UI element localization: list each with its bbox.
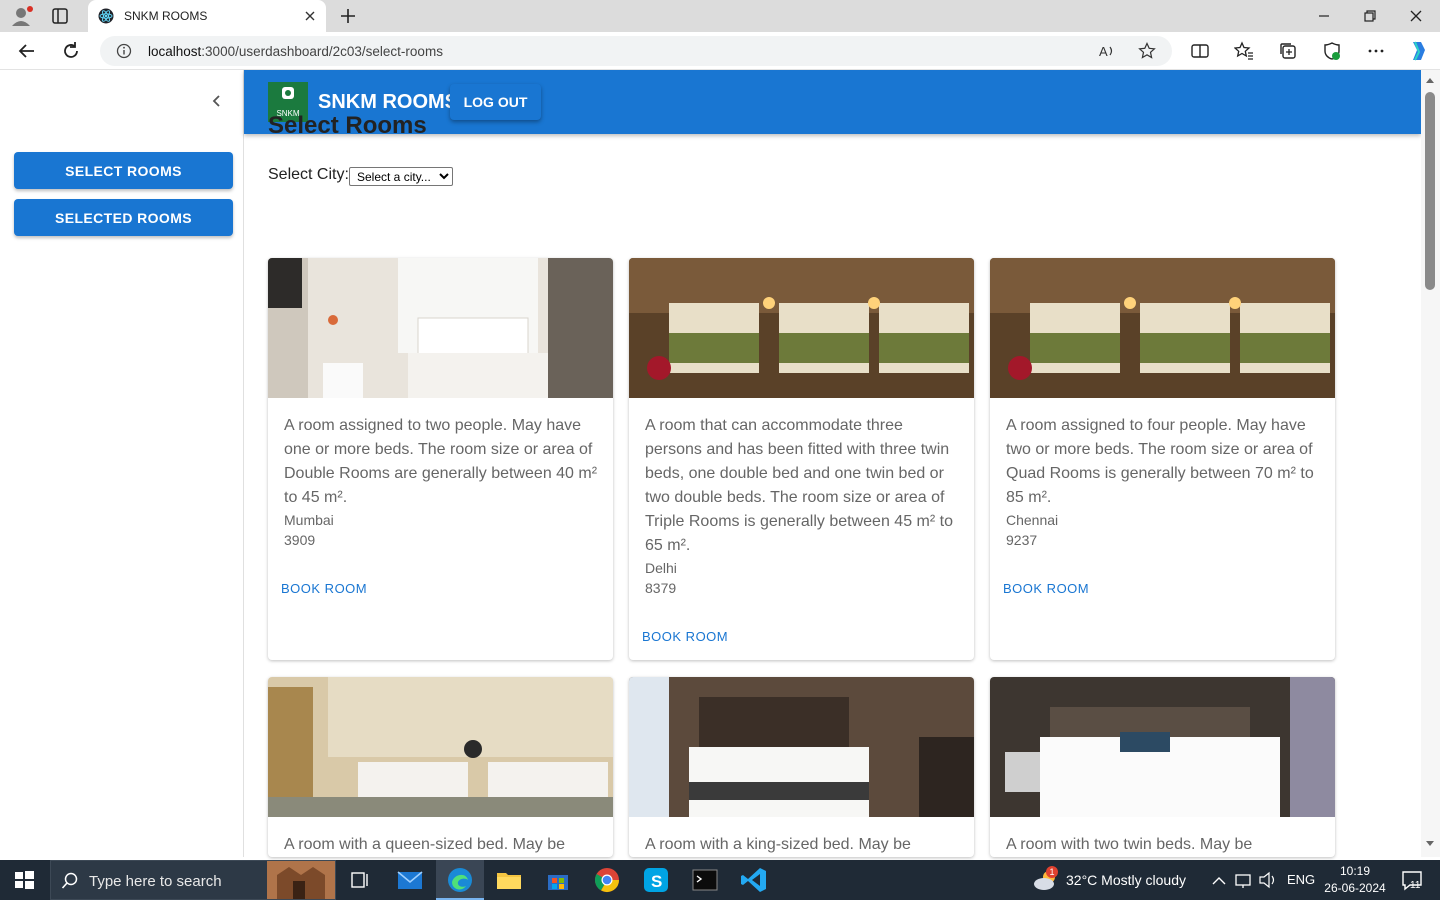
split-screen-icon[interactable]: [1190, 41, 1210, 61]
logout-button[interactable]: LOG OUT: [450, 84, 541, 120]
selected-rooms-button[interactable]: SELECTED ROOMS: [14, 199, 233, 236]
language-indicator[interactable]: ENG: [1287, 872, 1315, 887]
edge-icon: [448, 868, 472, 892]
browser-essentials-icon[interactable]: [1322, 41, 1342, 61]
chevron-up-icon[interactable]: [1210, 866, 1228, 894]
favorites-icon[interactable]: [1233, 41, 1254, 61]
tab-title: SNKM ROOMS: [124, 9, 208, 23]
room-card: A room that can accommodate three person…: [629, 258, 974, 660]
react-icon: [98, 8, 114, 24]
clock-date: 26-06-2024: [1324, 881, 1386, 895]
chrome-icon[interactable]: [593, 866, 621, 894]
room-city: Chennai: [1006, 512, 1059, 528]
network-icon[interactable]: [1234, 866, 1254, 894]
room-details: A room with two twin beds. May be: [1006, 833, 1324, 857]
weather-badge: 1: [1046, 866, 1058, 878]
book-room-button[interactable]: BOOK ROOM: [1003, 581, 1089, 596]
close-tab-icon[interactable]: [302, 8, 318, 24]
browser-tab-bar: SNKM ROOMS: [0, 0, 1440, 32]
search-highlight-image: [267, 861, 335, 899]
volume-icon[interactable]: [1258, 866, 1278, 894]
notification-count: 11: [1410, 880, 1421, 891]
room-card: A room with a queen-sized bed. May be: [268, 677, 613, 857]
read-aloud-icon[interactable]: A: [1098, 42, 1116, 60]
svg-text:S: S: [651, 872, 662, 891]
room-description: A room assigned to two people. May have …: [284, 417, 598, 506]
brand-title: SNKM ROOMS: [318, 91, 458, 113]
close-window-icon[interactable]: [1406, 6, 1426, 26]
room-details: A room with a queen-sized bed. May be: [284, 833, 602, 857]
more-options-icon[interactable]: [1366, 41, 1386, 61]
windows-start-icon[interactable]: [10, 866, 38, 894]
collections-icon[interactable]: [1278, 41, 1298, 61]
room-card: A room with a king-sized bed. May be: [629, 677, 974, 857]
room-photo-triple: [629, 258, 974, 398]
scrollbar-thumb[interactable]: [1425, 92, 1435, 290]
mail-icon[interactable]: [396, 866, 424, 894]
clock[interactable]: 10:19 26-06-2024: [1322, 863, 1388, 897]
weather-text[interactable]: 32°C Mostly cloudy: [1066, 872, 1186, 888]
room-photo-quad: [990, 258, 1335, 398]
browser-address-bar: localhost:3000/userdashboard/2c03/select…: [0, 32, 1440, 70]
room-price: 9237: [1006, 532, 1038, 548]
room-card: A room assigned to four people. May have…: [990, 258, 1335, 660]
edge-active-tab[interactable]: [436, 860, 484, 900]
file-explorer-icon[interactable]: [495, 866, 523, 894]
vscode-icon[interactable]: [740, 866, 768, 894]
minimize-icon[interactable]: [1314, 6, 1334, 26]
url-text: localhost:3000/userdashboard/2c03/select…: [148, 44, 443, 59]
page-scrollbar[interactable]: [1421, 70, 1440, 857]
room-description: A room with two twin beds. May be: [1006, 836, 1253, 853]
copilot-icon[interactable]: [1406, 39, 1430, 63]
scroll-down-icon[interactable]: [1425, 840, 1435, 848]
profile-icon[interactable]: [10, 5, 34, 27]
page-title: Select Rooms: [268, 112, 427, 139]
terminal-icon[interactable]: [691, 866, 719, 894]
scroll-up-icon[interactable]: [1425, 76, 1435, 84]
search-placeholder: Type here to search: [89, 873, 222, 890]
tab-actions-icon[interactable]: [50, 6, 70, 26]
room-details: A room with a king-sized bed. May be: [645, 833, 963, 857]
back-icon[interactable]: [16, 40, 38, 62]
url-field[interactable]: localhost:3000/userdashboard/2c03/select…: [100, 36, 1172, 66]
room-card: A room assigned to two people. May have …: [268, 258, 613, 660]
room-city: Mumbai: [284, 512, 334, 528]
room-price: 3909: [284, 532, 316, 548]
city-select[interactable]: Select a city...: [349, 167, 453, 186]
book-room-button[interactable]: BOOK ROOM: [281, 581, 367, 596]
task-view-icon[interactable]: [346, 866, 374, 894]
select-rooms-button[interactable]: SELECT ROOMS: [14, 152, 233, 189]
favorite-star-icon[interactable]: [1138, 42, 1156, 60]
room-description: A room with a king-sized bed. May be: [645, 836, 911, 853]
book-room-button[interactable]: BOOK ROOM: [642, 629, 728, 644]
room-city: Delhi: [645, 560, 677, 576]
clock-time: 10:19: [1339, 864, 1371, 878]
room-price: 8379: [645, 580, 677, 596]
browser-tab-active[interactable]: SNKM ROOMS: [88, 0, 326, 32]
room-description: A room that can accommodate three person…: [645, 417, 953, 554]
svg-text:A: A: [1099, 44, 1108, 59]
room-photo-double: [268, 258, 613, 398]
room-details: A room assigned to two people. May have …: [284, 414, 602, 550]
room-photo-king: [629, 677, 974, 817]
search-icon: [61, 872, 78, 889]
room-details: A room assigned to four people. May have…: [1006, 414, 1324, 550]
room-details: A room that can accommodate three person…: [645, 414, 963, 598]
windows-taskbar: Type here to search S 1 32°C Mostly clou…: [0, 860, 1440, 900]
room-photo-twin: [990, 677, 1335, 817]
room-card: A room with two twin beds. May be: [990, 677, 1335, 857]
restore-icon[interactable]: [1360, 6, 1380, 26]
city-select-label: Select City:: [268, 166, 349, 183]
room-description: A room assigned to four people. May have…: [1006, 417, 1314, 506]
site-info-icon[interactable]: [116, 43, 132, 59]
chevron-left-icon[interactable]: [208, 92, 226, 110]
room-photo-queen: [268, 677, 613, 817]
skype-icon[interactable]: S: [642, 866, 670, 894]
store-icon[interactable]: [544, 866, 572, 894]
taskbar-search[interactable]: Type here to search: [50, 860, 336, 900]
sidebar: SELECT ROOMS SELECTED ROOMS: [4, 70, 244, 857]
reload-icon[interactable]: [60, 40, 82, 62]
new-tab-icon[interactable]: [338, 6, 358, 26]
room-description: A room with a queen-sized bed. May be: [284, 836, 566, 853]
